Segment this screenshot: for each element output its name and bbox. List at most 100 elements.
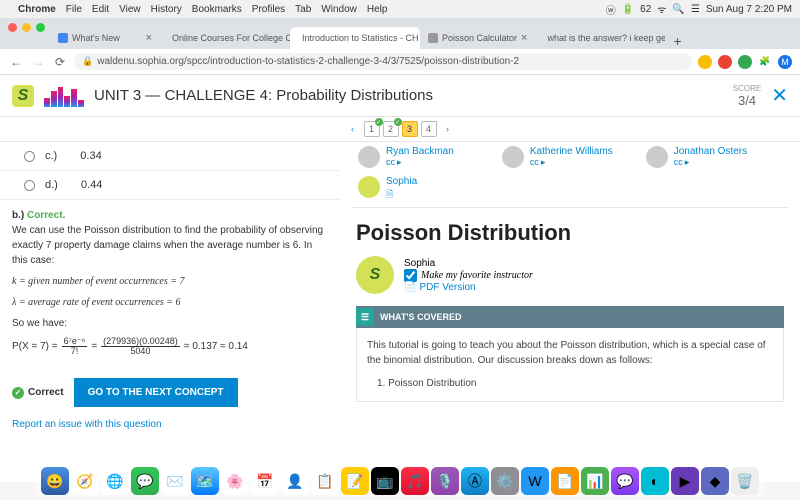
pager-item-2[interactable]: 2✓ — [383, 121, 399, 137]
sophia-logo-icon[interactable] — [12, 85, 34, 107]
extension-icon[interactable] — [738, 55, 752, 69]
back-button[interactable]: ← — [8, 55, 24, 69]
radio-icon — [24, 180, 35, 191]
list-icon: ☰ — [356, 308, 374, 326]
maximize-window-button[interactable] — [36, 23, 45, 32]
play-icon: ▸ — [541, 157, 546, 168]
messages-icon[interactable]: 💬 — [131, 467, 159, 495]
notes-icon[interactable]: 📝 — [341, 467, 369, 495]
tv-icon[interactable]: 📺 — [371, 467, 399, 495]
app-icon[interactable]: ◆ — [701, 467, 729, 495]
pager-item-1[interactable]: 1✓ — [364, 121, 380, 137]
avatar — [646, 146, 668, 168]
instructor-item[interactable]: Katherine Williamscc▸ — [496, 142, 640, 172]
instructor-item[interactable]: Ryan Backmancc▸ — [352, 142, 496, 172]
appstore-icon[interactable]: Ⓐ — [461, 467, 489, 495]
cc-icon: cc — [386, 157, 395, 168]
safari-icon[interactable]: 🧭 — [71, 467, 99, 495]
question-pager: ‹ 1✓ 2✓ 3 4 › — [0, 117, 800, 142]
address-bar[interactable]: 🔒 waldenu.sophia.org/spcc/introduction-t… — [74, 53, 692, 70]
close-icon[interactable]: × — [521, 32, 527, 44]
forward-button[interactable]: → — [30, 55, 46, 69]
pdf-link[interactable]: 📄 PDF Version — [404, 282, 533, 293]
mac-menubar: Chrome File Edit View History Bookmarks … — [0, 0, 800, 18]
podcasts-icon[interactable]: 🎙️ — [431, 467, 459, 495]
extensions-menu-icon[interactable]: 🧩 — [758, 55, 772, 69]
maps-icon[interactable]: 🗺️ — [191, 467, 219, 495]
chrome-icon[interactable]: 🌐 — [101, 467, 129, 495]
reload-button[interactable]: ⟳ — [52, 55, 68, 69]
pager-prev-button[interactable]: ‹ — [345, 121, 361, 137]
tab-poisson-calc[interactable]: Poisson Calculator× — [420, 27, 535, 49]
word-icon[interactable]: W — [521, 467, 549, 495]
tab-intro-stats[interactable]: Introduction to Statistics - CH× — [290, 27, 420, 49]
menu-window[interactable]: Window — [321, 4, 357, 15]
clock[interactable]: Sun Aug 7 2:20 PM — [706, 4, 792, 15]
cc-icon: cc — [530, 157, 539, 168]
cc-icon: cc — [674, 157, 683, 168]
pager-item-4[interactable]: 4 — [421, 121, 437, 137]
battery-pct: 62 — [640, 4, 651, 15]
favorite-label: Make my favorite instructor — [421, 270, 533, 281]
url-text: waldenu.sophia.org/spcc/introduction-to-… — [97, 56, 519, 67]
finder-icon[interactable]: 😀 — [41, 467, 69, 495]
settings-icon[interactable]: ⚙️ — [491, 467, 519, 495]
menu-tab[interactable]: Tab — [295, 4, 311, 15]
status-icon: ⓦ — [606, 2, 616, 17]
music-icon[interactable]: 🎵 — [401, 467, 429, 495]
calendar-icon[interactable]: 📅 — [251, 467, 279, 495]
menu-profiles[interactable]: Profiles — [252, 4, 285, 15]
control-center-icon[interactable]: ☰ — [691, 4, 700, 15]
tab-whats-new[interactable]: What's New× — [50, 27, 160, 49]
menu-help[interactable]: Help — [367, 4, 388, 15]
answer-option-c[interactable]: c.) 0.34 — [0, 142, 340, 171]
radio-icon — [24, 151, 35, 162]
numbers-icon[interactable]: 📊 — [581, 467, 609, 495]
page-header: UNIT 3 — CHALLENGE 4: Probability Distri… — [0, 75, 800, 117]
trash-icon[interactable]: 🗑️ — [731, 467, 759, 495]
instructor-item[interactable]: Jonathan Osterscc▸ — [640, 142, 784, 172]
photos-icon[interactable]: 🌸 — [221, 467, 249, 495]
browser-chrome: What's New× Online Courses For College C… — [0, 18, 800, 75]
mail-icon[interactable]: ✉️ — [161, 467, 189, 495]
new-tab-button[interactable]: + — [665, 33, 689, 49]
challenge-icon — [44, 85, 84, 107]
app-name[interactable]: Chrome — [18, 4, 56, 15]
search-icon[interactable]: 🔍 — [672, 4, 684, 15]
profile-avatar[interactable]: M — [778, 55, 792, 69]
extension-icon[interactable] — [718, 55, 732, 69]
messenger-icon[interactable]: 💬 — [611, 467, 639, 495]
content-panel: Ryan Backmancc▸ Katherine Williamscc▸ Jo… — [340, 142, 800, 482]
tab-what-answer[interactable]: what is the answer? i keep ge× — [535, 27, 665, 49]
favorite-checkbox[interactable] — [404, 269, 417, 282]
author-avatar — [356, 256, 394, 294]
contacts-icon[interactable]: 👤 — [281, 467, 309, 495]
app-icon[interactable]: ▶ — [671, 467, 699, 495]
reminders-icon[interactable]: 📋 — [311, 467, 339, 495]
unit-title: UNIT 3 — CHALLENGE 4: Probability Distri… — [94, 87, 433, 104]
menu-history[interactable]: History — [151, 4, 182, 15]
pager-next-button[interactable]: › — [440, 121, 456, 137]
tab-online-courses[interactable]: Online Courses For College Cr× — [160, 27, 290, 49]
menu-file[interactable]: File — [66, 4, 82, 15]
close-window-button[interactable] — [8, 23, 17, 32]
article-title: Poisson Distribution — [356, 220, 784, 246]
close-challenge-button[interactable]: ✕ — [771, 83, 788, 108]
menu-view[interactable]: View — [119, 4, 141, 15]
wifi-icon: ᯤ — [657, 2, 666, 16]
instructor-item[interactable]: Sophia🗎 — [352, 172, 496, 207]
answer-option-d[interactable]: d.) 0.44 — [0, 171, 340, 200]
menu-edit[interactable]: Edit — [92, 4, 109, 15]
pager-item-3[interactable]: 3 — [402, 121, 418, 137]
check-icon: ✓ — [394, 118, 402, 126]
minimize-window-button[interactable] — [22, 23, 31, 32]
report-issue-link[interactable]: Report an issue with this question — [0, 415, 340, 434]
menu-bookmarks[interactable]: Bookmarks — [192, 4, 242, 15]
pages-icon[interactable]: 📄 — [551, 467, 579, 495]
pdf-icon: 📄 — [404, 282, 416, 293]
extension-icon[interactable] — [698, 55, 712, 69]
next-concept-button[interactable]: GO TO THE NEXT CONCEPT — [74, 378, 238, 407]
app-icon[interactable]: ◐ — [641, 467, 669, 495]
close-icon[interactable]: × — [146, 32, 152, 44]
correct-badge: ✓ Correct — [12, 387, 64, 399]
